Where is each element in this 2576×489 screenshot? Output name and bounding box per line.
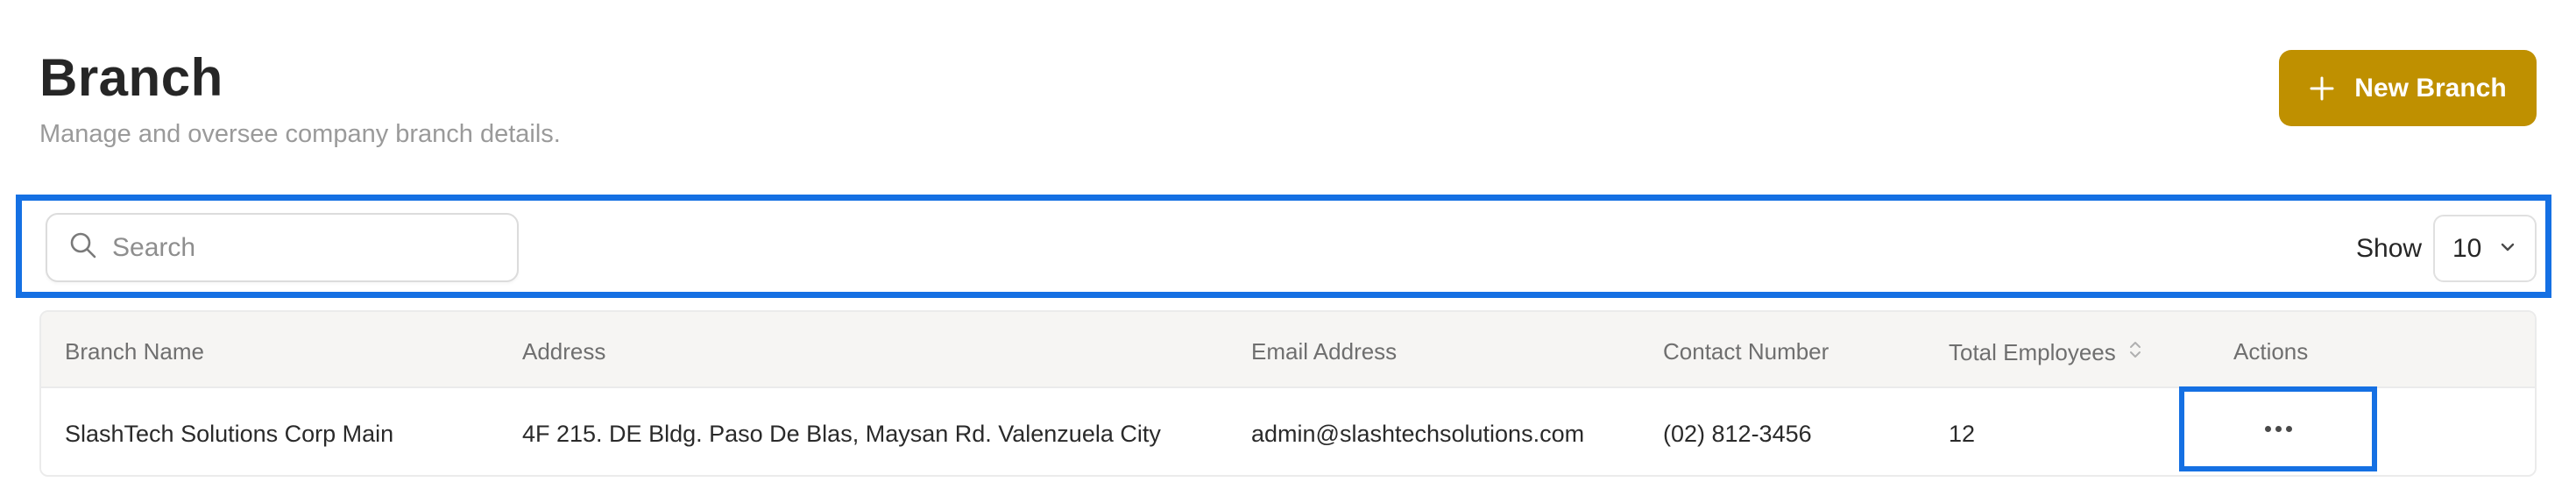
table-row: SlashTech Solutions Corp Main 4F 215. DE… (41, 386, 2535, 475)
cell-branch-name: SlashTech Solutions Corp Main (65, 421, 394, 447)
new-branch-button[interactable]: New Branch (2279, 50, 2537, 126)
new-branch-label: New Branch (2354, 73, 2507, 103)
column-header-total-employees[interactable]: Total Employees (1949, 338, 2142, 367)
row-actions-button[interactable] (2179, 386, 2377, 471)
page-size-value: 10 (2452, 233, 2482, 263)
cell-email: admin@slashtechsolutions.com (1251, 421, 1585, 447)
table-header: Branch Name Address Email Address Contac… (41, 312, 2535, 388)
cell-address: 4F 215. DE Bldg. Paso De Blas, Maysan Rd… (522, 421, 1161, 447)
search-box[interactable] (46, 213, 519, 282)
column-header-branch-name: Branch Name (65, 338, 204, 365)
branch-table: Branch Name Address Email Address Contac… (39, 310, 2537, 477)
column-header-email: Email Address (1251, 338, 1398, 365)
more-horizontal-icon (2264, 426, 2292, 432)
search-input[interactable] (112, 232, 489, 263)
plus-icon (2309, 75, 2335, 102)
page-subtitle: Manage and oversee company branch detail… (39, 120, 561, 148)
page-size-select[interactable]: 10 (2433, 215, 2537, 282)
cell-total-employees: 12 (1949, 421, 1976, 447)
chevron-down-icon (2498, 234, 2517, 264)
search-icon (68, 230, 98, 265)
cell-contact: (02) 812-3456 (1663, 421, 1812, 447)
page-title: Branch (39, 48, 223, 107)
column-header-contact: Contact Number (1663, 338, 1829, 365)
table-toolbar: Show 10 (16, 195, 2551, 298)
column-header-actions: Actions (2233, 338, 2309, 365)
column-header-address: Address (522, 338, 606, 365)
sort-icon[interactable] (2128, 338, 2142, 367)
show-label: Show (2356, 234, 2423, 263)
